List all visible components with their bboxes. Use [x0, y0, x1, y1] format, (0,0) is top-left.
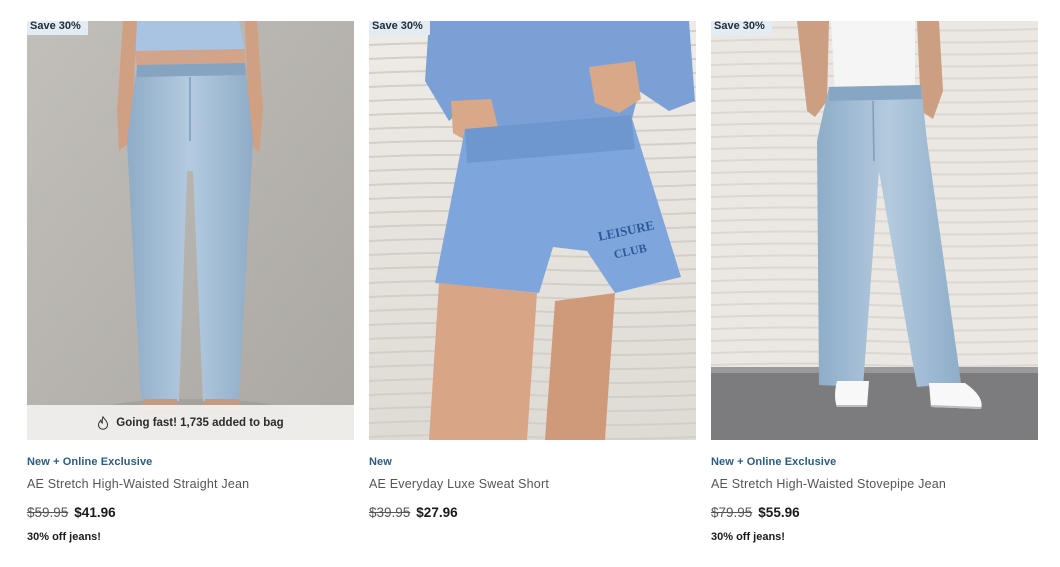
promo-text: 30% off jeans! — [711, 531, 785, 543]
flame-icon — [98, 415, 109, 430]
going-fast-notice: Going fast! 1,735 added to bag — [27, 405, 354, 440]
original-price: $79.95 — [711, 505, 753, 520]
product-tag: New + Online Exclusive — [711, 456, 837, 468]
product-card[interactable]: Save 30% — [27, 21, 354, 545]
product-image-link[interactable]: Save 30% — [27, 21, 354, 440]
sale-price: $55.96 — [758, 505, 800, 520]
sale-price: $27.96 — [416, 505, 458, 520]
going-fast-text: Going fast! 1,735 added to bag — [116, 416, 284, 429]
product-image-sweat-short[interactable]: LEISURE CLUB — [369, 21, 696, 440]
save-badge: Save 30% — [711, 21, 772, 35]
save-badge: Save 30% — [27, 21, 88, 35]
product-name-link[interactable]: AE Stretch High-Waisted Straight Jean — [27, 477, 354, 493]
product-image-stovepipe-jean[interactable] — [711, 21, 1038, 440]
product-image-link[interactable]: Save 30% — [711, 21, 1038, 440]
original-price: $59.95 — [27, 505, 69, 520]
price-row: $79.95 $55.96 — [711, 505, 1038, 523]
promo-text: 30% off jeans! — [27, 531, 101, 543]
sale-price: $41.96 — [74, 505, 116, 520]
product-card[interactable]: Save 30% — [711, 21, 1038, 545]
product-card[interactable]: Save 30% — [369, 21, 696, 545]
original-price: $39.95 — [369, 505, 411, 520]
price-row: $39.95 $27.96 — [369, 505, 696, 523]
save-badge: Save 30% — [369, 21, 430, 35]
product-name-link[interactable]: AE Everyday Luxe Sweat Short — [369, 477, 696, 493]
product-image-link[interactable]: Save 30% — [369, 21, 696, 440]
price-row: $59.95 $41.96 — [27, 505, 354, 523]
product-image-straight-jean[interactable] — [27, 21, 354, 440]
product-tag: New — [369, 456, 392, 468]
product-tag: New + Online Exclusive — [27, 456, 153, 468]
product-grid: Save 30% Going fast! 1,735 added to bag … — [27, 21, 1038, 545]
product-name-link[interactable]: AE Stretch High-Waisted Stovepipe Jean — [711, 477, 1038, 493]
